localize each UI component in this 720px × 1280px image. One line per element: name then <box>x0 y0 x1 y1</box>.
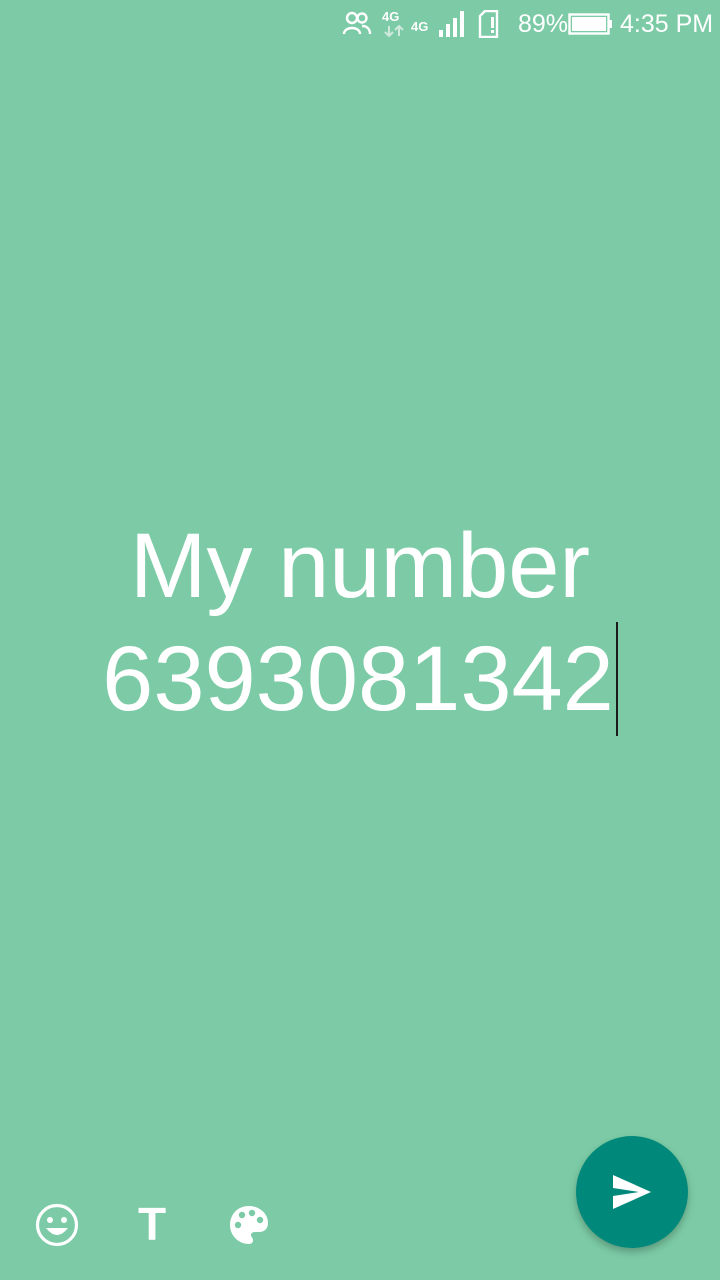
emoji-icon <box>35 1203 79 1247</box>
text-cursor <box>615 622 618 736</box>
font-style-button[interactable]: T <box>124 1196 180 1252</box>
status-text-line-2-wrapper: 6393081342 <box>60 622 660 736</box>
send-icon <box>613 1175 651 1209</box>
emoji-button[interactable] <box>30 1198 84 1252</box>
network-label-1: 4G <box>382 9 400 24</box>
background-color-button[interactable] <box>222 1198 276 1252</box>
send-button[interactable] <box>576 1136 688 1248</box>
status-text-line-1: My number <box>129 515 591 617</box>
palette-icon <box>230 1206 268 1244</box>
contacts-icon <box>342 11 372 35</box>
status-composer-screen: 4G 4G 89% 4:35 PM My number 6393081342 T <box>0 0 720 1280</box>
data-arrows-icon <box>384 25 404 37</box>
status-text-input[interactable]: My number 6393081342 <box>60 510 660 736</box>
battery-percent: 89% <box>518 10 569 38</box>
status-text-line-2: 6393081342 <box>102 628 614 730</box>
network-label-2: 4G <box>411 19 429 34</box>
status-bar: 4G 4G 89% 4:35 PM <box>0 0 720 50</box>
network-4g-arrows: 4G <box>382 10 406 38</box>
signal-icon <box>439 11 464 37</box>
clock: 4:35 PM <box>620 10 714 38</box>
font-style-label: T <box>137 1198 167 1250</box>
sim-alert-icon <box>478 10 499 38</box>
battery-icon <box>568 13 612 35</box>
